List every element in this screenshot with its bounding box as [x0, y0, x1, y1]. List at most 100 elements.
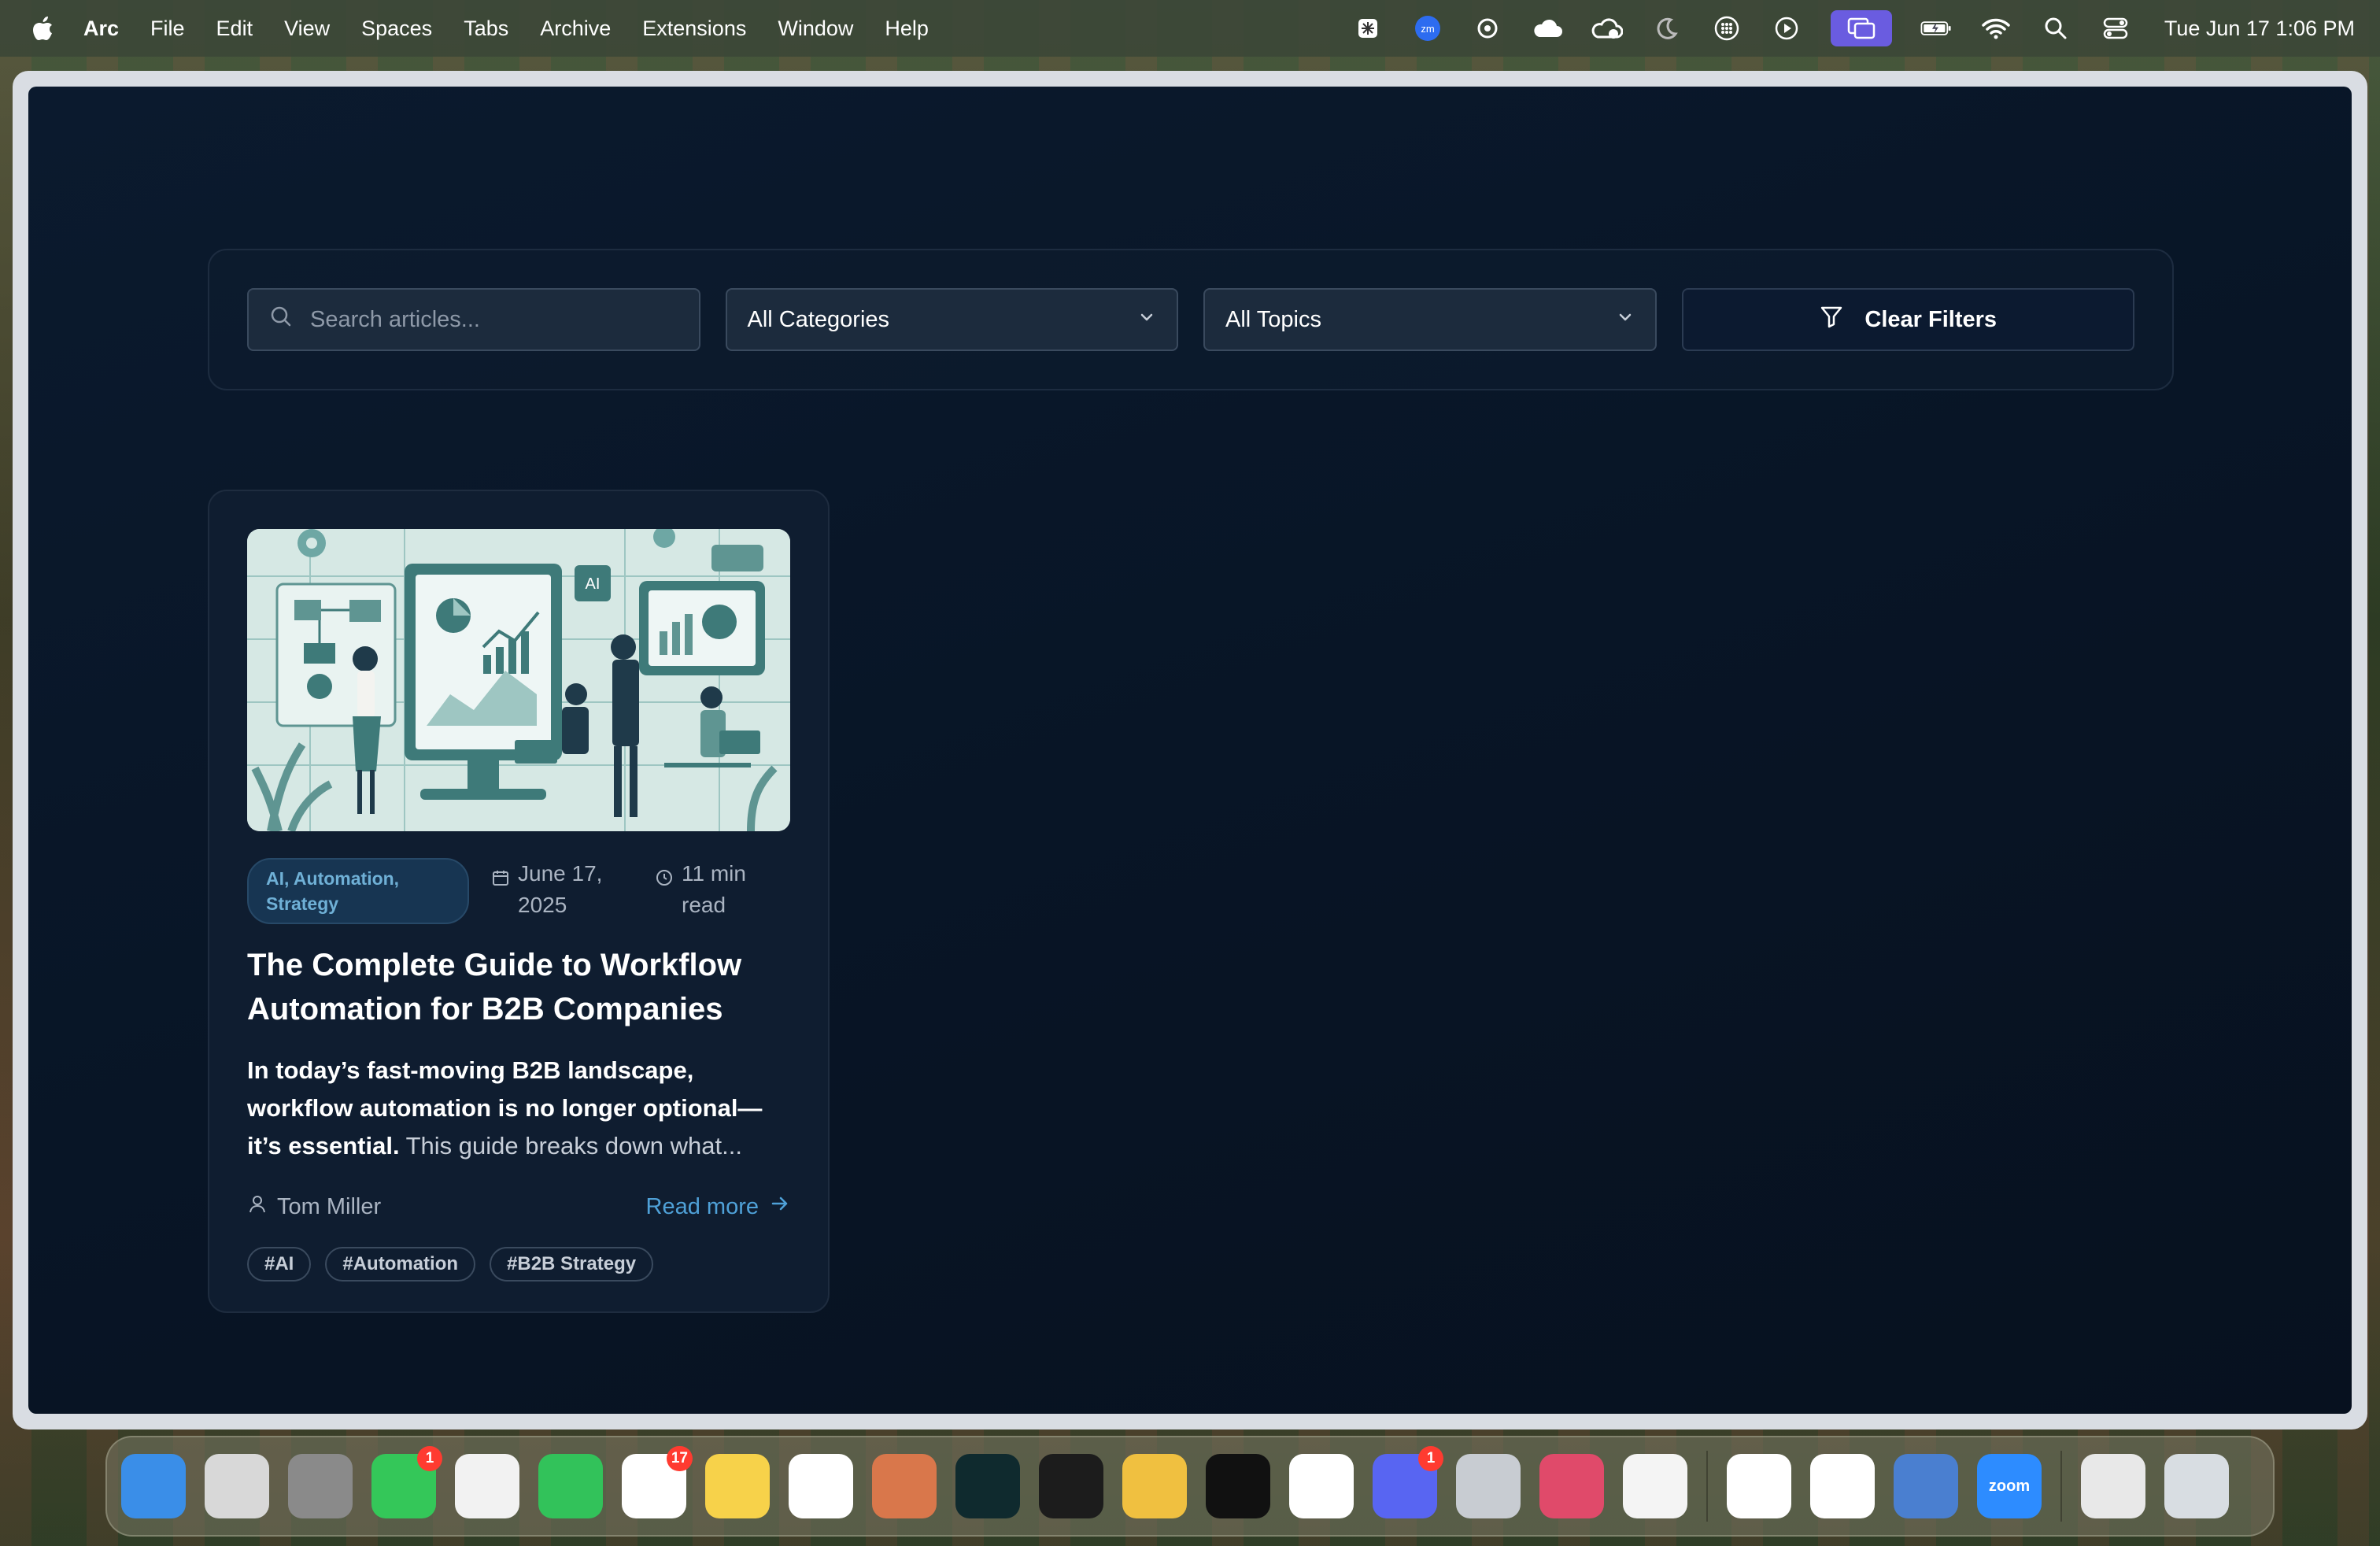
discord-app-badge: 1	[1418, 1446, 1443, 1471]
tag-automation[interactable]: #Automation	[325, 1247, 476, 1282]
clear-filters-label: Clear Filters	[1864, 306, 1998, 332]
chevron-down-icon	[1137, 307, 1156, 333]
ai-chip-label: AI	[586, 575, 601, 593]
trash-app[interactable]	[2164, 1454, 2229, 1518]
notes-app[interactable]	[705, 1454, 770, 1518]
menu-file[interactable]: File	[150, 17, 185, 41]
chatgpt-app[interactable]	[789, 1454, 853, 1518]
zoom-app-label: zoom	[1988, 1477, 2031, 1495]
read-time-text: 11 min read	[682, 861, 746, 917]
system-settings-app[interactable]	[288, 1454, 353, 1518]
menu-window[interactable]: Window	[778, 17, 853, 41]
filter-icon	[1819, 304, 1844, 335]
read-more-label: Read more	[645, 1193, 759, 1219]
calendar-icon	[491, 864, 510, 896]
zoom-app[interactable]: zoom	[1977, 1454, 2042, 1518]
page-viewport: Search articles... All Categories All To…	[28, 87, 2352, 1414]
dock-separator	[2060, 1451, 2062, 1522]
read-more-link[interactable]: Read more	[646, 1193, 790, 1220]
clock-icon	[655, 864, 674, 896]
user-icon	[247, 1193, 268, 1220]
wifi-icon[interactable]	[1980, 13, 2012, 44]
chevron-down-icon	[1616, 307, 1635, 333]
slack-app[interactable]	[1727, 1454, 1791, 1518]
spotlight-search-icon[interactable]	[2040, 13, 2071, 44]
menu-archive[interactable]: Archive	[540, 17, 611, 41]
screenshot-app[interactable]	[1206, 1454, 1270, 1518]
apple-menu-icon[interactable]	[25, 16, 60, 41]
affinity-app[interactable]	[1539, 1454, 1604, 1518]
menu-extensions[interactable]: Extensions	[642, 17, 746, 41]
battery-icon[interactable]	[1920, 13, 1952, 44]
topic-select[interactable]: All Topics	[1203, 288, 1657, 351]
article-hero-image[interactable]: AI	[247, 529, 790, 831]
topic-select-value: All Topics	[1225, 306, 1321, 332]
perplexity-app[interactable]	[955, 1454, 1020, 1518]
chrome-app[interactable]	[1810, 1454, 1875, 1518]
category-select-value: All Categories	[747, 306, 890, 332]
article-byline: Tom Miller Read more	[247, 1193, 790, 1220]
cloud-icon[interactable]	[1532, 13, 1563, 44]
tag-ai[interactable]: #AI	[247, 1247, 312, 1282]
article-title[interactable]: The Complete Guide to Workflow Automatio…	[247, 943, 790, 1031]
night-mode-icon[interactable]	[1651, 13, 1683, 44]
discord-app[interactable]: 1	[1373, 1446, 1443, 1518]
category-badge[interactable]: AI, Automation, Strategy	[247, 858, 469, 924]
tag-list: #AI #Automation #B2B Strategy	[247, 1247, 790, 1282]
passwords-app[interactable]	[1623, 1454, 1687, 1518]
article-excerpt: In today’s fast-moving B2B landscape, wo…	[247, 1052, 790, 1165]
facetime-app[interactable]	[538, 1454, 603, 1518]
zoom-status-icon[interactable]: zm	[1412, 13, 1443, 44]
dock: 1 17 1 zoom	[105, 1436, 2275, 1537]
menu-help[interactable]: Help	[885, 17, 929, 41]
grid-menu-icon[interactable]	[1711, 13, 1743, 44]
category-select[interactable]: All Categories	[725, 288, 1178, 351]
play-circle-icon[interactable]	[1771, 13, 1802, 44]
messages-app-badge: 1	[417, 1446, 442, 1471]
airmail-app[interactable]	[1122, 1454, 1187, 1518]
filter-bar: Search articles... All Categories All To…	[208, 249, 2174, 390]
author: Tom Miller	[247, 1193, 381, 1220]
menu-bar: Arc File Edit View Spaces Tabs Archive E…	[0, 0, 2380, 57]
svg-text:zm: zm	[1421, 23, 1434, 35]
replit-app[interactable]	[1039, 1454, 1103, 1518]
chatgpt-status-icon[interactable]	[1472, 13, 1503, 44]
dock-separator	[1706, 1451, 1708, 1522]
publish-date: June 17, 2025	[491, 858, 633, 921]
iphone-mirroring-app[interactable]	[1456, 1454, 1521, 1518]
screen-mirroring-icon[interactable]	[1830, 10, 1892, 46]
launchpad-app[interactable]	[205, 1454, 269, 1518]
article-card[interactable]: AI AI, Automation, Strategy June 17, 202…	[208, 490, 830, 1313]
menu-edit[interactable]: Edit	[216, 17, 253, 41]
author-name: Tom Miller	[277, 1193, 382, 1219]
publish-date-text: June 17, 2025	[518, 861, 603, 917]
reminders-app-badge: 17	[666, 1446, 693, 1471]
menubar-clock[interactable]: Tue Jun 17 1:06 PM	[2164, 17, 2355, 41]
menu-app-name[interactable]: Arc	[83, 17, 119, 41]
control-center-icon[interactable]	[2100, 13, 2131, 44]
menu-spaces[interactable]: Spaces	[361, 17, 432, 41]
screen-sharing-app[interactable]	[1894, 1454, 1958, 1518]
clipped-heading-remnant	[532, 87, 1870, 110]
photos-app[interactable]	[455, 1454, 519, 1518]
search-input[interactable]: Search articles...	[247, 288, 700, 351]
archive-utility-app[interactable]	[2081, 1454, 2145, 1518]
menu-view[interactable]: View	[284, 17, 330, 41]
messages-app[interactable]: 1	[371, 1446, 442, 1518]
menu-tabs[interactable]: Tabs	[464, 17, 508, 41]
notion-app[interactable]	[1289, 1454, 1354, 1518]
finder-app[interactable]	[121, 1454, 186, 1518]
reminders-app[interactable]: 17	[622, 1446, 693, 1518]
clear-filters-button[interactable]: Clear Filters	[1681, 288, 2134, 351]
excerpt-rest: This guide breaks down what...	[399, 1132, 742, 1160]
article-meta: AI, Automation, Strategy June 17, 2025 1…	[247, 858, 790, 924]
search-placeholder: Search articles...	[310, 306, 480, 332]
search-icon	[269, 305, 293, 335]
arrow-right-icon	[770, 1193, 790, 1220]
perplexity-status-icon[interactable]	[1352, 13, 1384, 44]
browser-window: Search articles... All Categories All To…	[13, 71, 2367, 1429]
vpn-icon[interactable]	[1591, 13, 1623, 44]
read-time: 11 min read	[655, 858, 749, 921]
tag-b2b-strategy[interactable]: #B2B Strategy	[490, 1247, 654, 1282]
claude-app[interactable]	[872, 1454, 937, 1518]
